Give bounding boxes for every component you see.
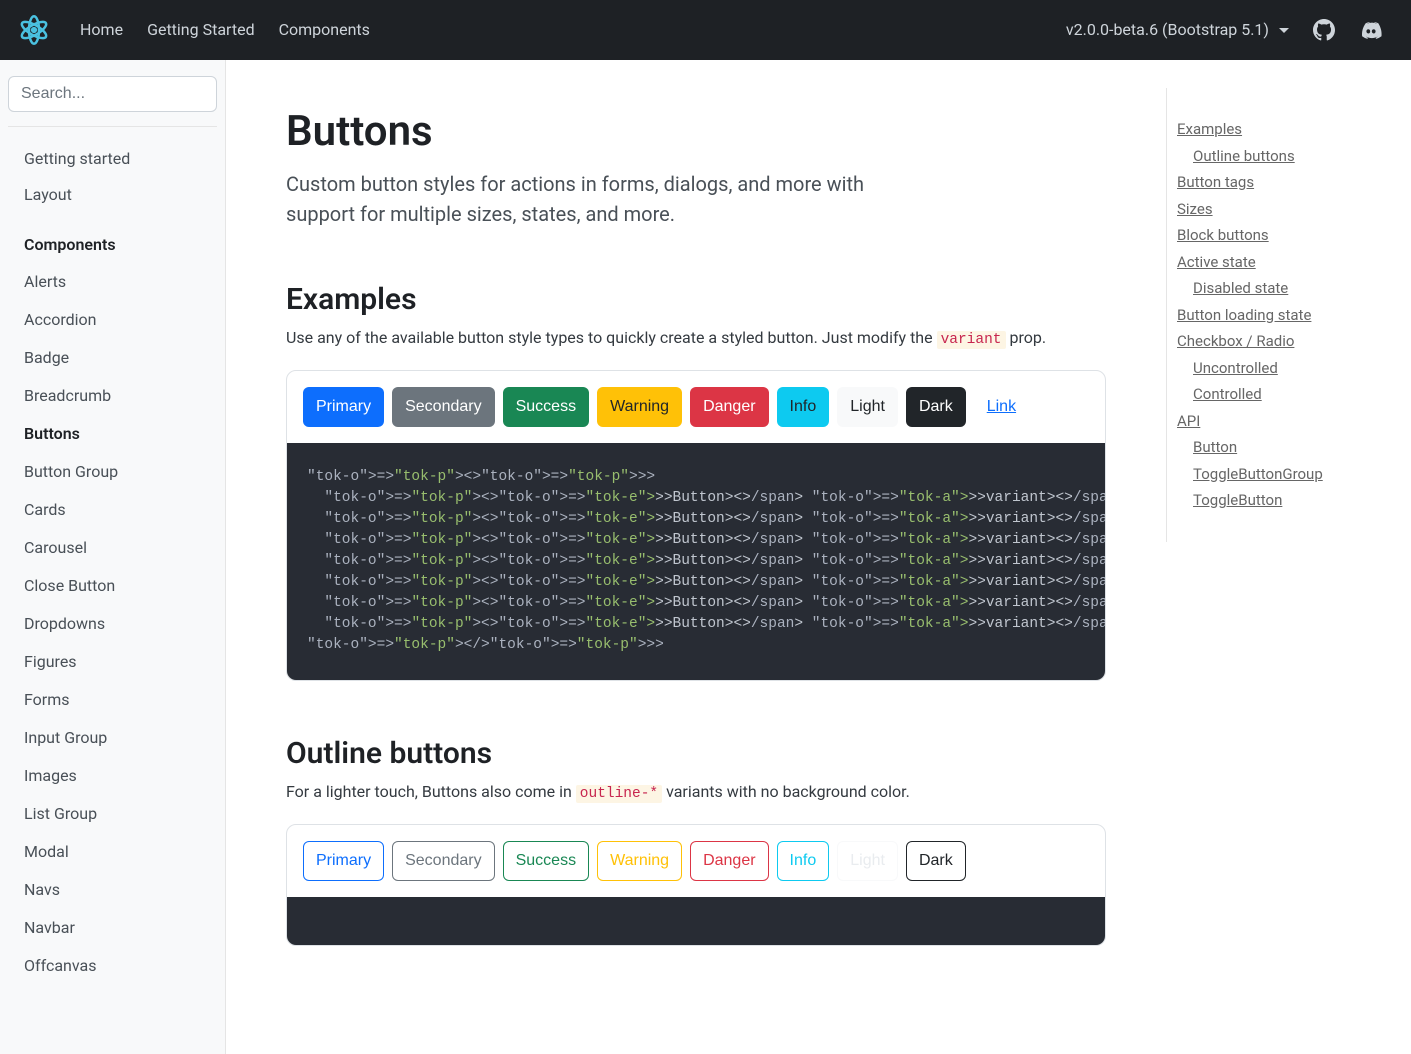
sidebar-item-close-button[interactable]: Close Button	[8, 567, 217, 605]
variant-dark-button[interactable]: Dark	[906, 387, 966, 427]
toc-link-button-tags[interactable]: Button tags	[1177, 169, 1376, 196]
page-lead: Custom button styles for actions in form…	[286, 169, 906, 229]
chevron-down-icon	[1279, 28, 1289, 33]
sidebar-item-list-group[interactable]: List Group	[8, 795, 217, 833]
variant-warning-button[interactable]: Warning	[597, 387, 682, 427]
variant-info-button[interactable]: Info	[777, 387, 830, 427]
toc-link-sizes[interactable]: Sizes	[1177, 196, 1376, 223]
variant-secondary-button[interactable]: Secondary	[392, 387, 495, 427]
toc-link-togglebuttongroup[interactable]: ToggleButtonGroup	[1177, 461, 1376, 488]
main-content: Buttons Custom button styles for actions…	[226, 60, 1166, 1054]
outline-preview: PrimarySecondarySuccessWarningDangerInfo…	[287, 825, 1105, 897]
page-title: Buttons	[286, 100, 1106, 163]
version-label: v2.0.0-beta.6 (Bootstrap 5.1)	[1066, 18, 1269, 42]
variant-danger-button[interactable]: Danger	[690, 387, 768, 427]
toc-link-api[interactable]: API	[1177, 408, 1376, 435]
navbar: HomeGetting StartedComponents v2.0.0-bet…	[0, 0, 1411, 60]
discord-icon[interactable]	[1347, 18, 1395, 42]
outline-danger-button[interactable]: Danger	[690, 841, 768, 881]
toc-link-outline-buttons[interactable]: Outline buttons	[1177, 143, 1376, 170]
toc-link-examples[interactable]: Examples	[1177, 116, 1376, 143]
variant-link-button[interactable]: Link	[974, 387, 1029, 427]
sidebar-item-alerts[interactable]: Alerts	[8, 263, 217, 301]
sidebar-item-modal[interactable]: Modal	[8, 833, 217, 871]
sidebar-item-navs[interactable]: Navs	[8, 871, 217, 909]
sidebar-item-images[interactable]: Images	[8, 757, 217, 795]
toc-link-block-buttons[interactable]: Block buttons	[1177, 222, 1376, 249]
sidebar-item-carousel[interactable]: Carousel	[8, 529, 217, 567]
section-examples-heading: Examples	[286, 277, 1106, 322]
sidebar-item-badge[interactable]: Badge	[8, 339, 217, 377]
sidebar-item-figures[interactable]: Figures	[8, 643, 217, 681]
inline-code-outline: outline-*	[576, 785, 662, 803]
search-input[interactable]	[8, 76, 217, 112]
variant-success-button[interactable]: Success	[503, 387, 589, 427]
sidebar-item-dropdowns[interactable]: Dropdowns	[8, 605, 217, 643]
outline-code	[287, 897, 1105, 945]
section-outline-heading: Outline buttons	[286, 731, 1106, 776]
toc-link-uncontrolled[interactable]: Uncontrolled	[1177, 355, 1376, 382]
inline-code-variant: variant	[937, 331, 1006, 349]
outline-primary-button[interactable]: Primary	[303, 841, 384, 881]
variant-light-button[interactable]: Light	[837, 387, 898, 427]
sidebar-section-components[interactable]: Components	[8, 227, 217, 263]
outline-light-button[interactable]: Light	[837, 841, 898, 881]
toc-link-checkbox-radio[interactable]: Checkbox / Radio	[1177, 328, 1376, 355]
outline-success-button[interactable]: Success	[503, 841, 589, 881]
sidebar: Getting startedLayout Components AlertsA…	[0, 60, 226, 1054]
nav-link-components[interactable]: Components	[267, 20, 382, 39]
toc-link-button[interactable]: Button	[1177, 434, 1376, 461]
examples-description: Use any of the available button style ty…	[286, 326, 1106, 352]
sidebar-item-buttons[interactable]: Buttons	[8, 415, 217, 453]
github-icon[interactable]	[1301, 19, 1347, 41]
brand-logo[interactable]	[16, 12, 52, 48]
variant-primary-button[interactable]: Primary	[303, 387, 384, 427]
sidebar-item-forms[interactable]: Forms	[8, 681, 217, 719]
sidebar-item-input-group[interactable]: Input Group	[8, 719, 217, 757]
sidebar-item-offcanvas[interactable]: Offcanvas	[8, 947, 217, 985]
sidebar-item-breadcrumb[interactable]: Breadcrumb	[8, 377, 217, 415]
example-card: PrimarySecondarySuccessWarningDangerInfo…	[286, 370, 1106, 681]
sidebar-item-layout[interactable]: Layout	[8, 177, 217, 213]
sidebar-item-cards[interactable]: Cards	[8, 491, 217, 529]
toc-link-togglebutton[interactable]: ToggleButton	[1177, 487, 1376, 514]
sidebar-item-navbar[interactable]: Navbar	[8, 909, 217, 947]
nav-link-getting-started[interactable]: Getting Started	[135, 20, 267, 39]
toc-link-controlled[interactable]: Controlled	[1177, 381, 1376, 408]
version-dropdown[interactable]: v2.0.0-beta.6 (Bootstrap 5.1)	[1054, 18, 1301, 42]
example-preview: PrimarySecondarySuccessWarningDangerInfo…	[287, 371, 1105, 443]
sidebar-item-accordion[interactable]: Accordion	[8, 301, 217, 339]
sidebar-item-button-group[interactable]: Button Group	[8, 453, 217, 491]
outline-info-button[interactable]: Info	[777, 841, 830, 881]
toc-link-active-state[interactable]: Active state	[1177, 249, 1376, 276]
outline-card: PrimarySecondarySuccessWarningDangerInfo…	[286, 824, 1106, 946]
outline-description: For a lighter touch, Buttons also come i…	[286, 780, 1106, 806]
toc-link-button-loading-state[interactable]: Button loading state	[1177, 302, 1376, 329]
outline-dark-button[interactable]: Dark	[906, 841, 966, 881]
outline-warning-button[interactable]: Warning	[597, 841, 682, 881]
sidebar-item-getting-started[interactable]: Getting started	[8, 141, 217, 177]
nav-link-home[interactable]: Home	[68, 20, 135, 39]
toc-link-disabled-state[interactable]: Disabled state	[1177, 275, 1376, 302]
toc: ExamplesOutline buttonsButton tagsSizesB…	[1166, 88, 1386, 542]
outline-secondary-button[interactable]: Secondary	[392, 841, 495, 881]
example-code: "tok-o">=>"tok-p"><>"tok-o">=>"tok-p">>>…	[287, 443, 1105, 680]
